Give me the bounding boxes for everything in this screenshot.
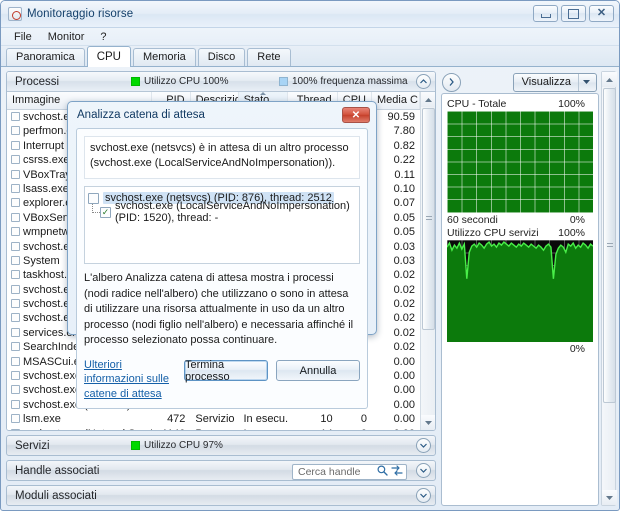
more-info-link[interactable]: Ulteriori informazioni sulle catene di a…: [84, 358, 184, 401]
tab-panoramica[interactable]: Panoramica: [6, 48, 85, 66]
dialog-body: svchost.exe (netsvcs) è in attesa di un …: [76, 128, 368, 409]
dialog-message: svchost.exe (netsvcs) è in attesa di un …: [84, 136, 360, 179]
dialog-footer: Ulteriori informazioni sulle catene di a…: [84, 358, 360, 401]
cancel-button[interactable]: Annulla: [276, 360, 360, 382]
wait-chain-tree[interactable]: svchost.exe (netsvcs) (PID: 876), thread…: [84, 186, 360, 264]
tab-rete[interactable]: Rete: [247, 48, 291, 66]
dialog-title-bar: Analizza catena di attesa ✕: [68, 102, 376, 128]
dialog-title: Analizza catena di attesa: [77, 109, 205, 121]
tree-node-child-label: svchost.exe (LocalServiceAndNoImpersonat…: [115, 200, 350, 224]
wait-chain-dialog: Analizza catena di attesa ✕ svchost.exe …: [67, 101, 377, 409]
tree-node-child[interactable]: ✓ svchost.exe (LocalServiceAndNoImperson…: [88, 200, 356, 224]
dialog-buttons: Termina processo Annulla: [184, 358, 360, 383]
tab-disco[interactable]: Disco: [197, 48, 246, 66]
tab-cpu[interactable]: CPU: [86, 46, 131, 67]
end-process-button[interactable]: Termina processo: [184, 359, 268, 383]
tab-strip: Panoramica CPU Memoria Disco Rete: [1, 46, 619, 67]
close-icon[interactable]: ✕: [342, 107, 370, 123]
dialog-overlay: Analizza catena di attesa ✕ svchost.exe …: [1, 1, 619, 510]
tab-memoria[interactable]: Memoria: [132, 48, 196, 66]
checkbox-checked[interactable]: ✓: [100, 206, 111, 218]
resource-monitor-window: Monitoraggio risorse ✕ File Monitor ? Pa…: [0, 0, 620, 511]
checkbox-unchecked[interactable]: [88, 192, 99, 204]
dialog-explanation: L'albero Analizza catena di attesa mostr…: [84, 272, 354, 347]
